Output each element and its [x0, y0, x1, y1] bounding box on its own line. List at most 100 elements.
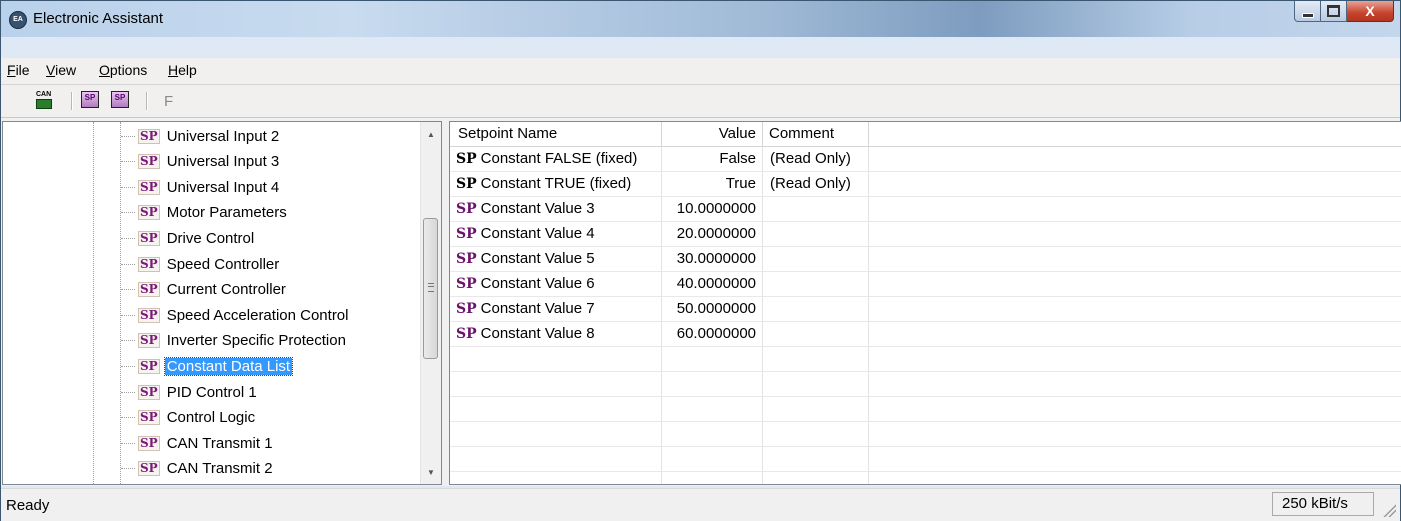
- value-cell[interactable]: 20.0000000: [662, 222, 763, 246]
- maximize-icon: [1327, 5, 1340, 17]
- tree-item-label: Speed Acceleration Control: [166, 306, 349, 324]
- scroll-up-icon[interactable]: ▲: [421, 125, 441, 145]
- setpoint-name-cell: [450, 472, 662, 484]
- menu-file[interactable]: File: [7, 62, 30, 78]
- value-cell[interactable]: [662, 372, 763, 396]
- sp-icon: SP: [456, 201, 477, 217]
- tree-item[interactable]: SP Drive Control: [121, 226, 256, 250]
- tree-item[interactable]: SP Universal Input 3: [121, 150, 281, 174]
- table-row[interactable]: [450, 397, 1401, 422]
- value-cell[interactable]: True: [662, 172, 763, 196]
- status-bar: Ready 250 kBit/s: [1, 488, 1400, 521]
- column-setpoint-name[interactable]: Setpoint Name: [450, 122, 662, 146]
- tree-scrollbar[interactable]: ▲ ▼: [420, 122, 441, 484]
- tree-item[interactable]: SP Constant Data List: [121, 354, 294, 378]
- minimize-button[interactable]: [1294, 1, 1321, 22]
- table-row[interactable]: [450, 347, 1401, 372]
- tree-item[interactable]: SP CAN Transmit 1: [121, 431, 275, 455]
- setpoint-name-cell: SP Constant Value 6: [450, 272, 662, 296]
- column-comment[interactable]: Comment: [763, 122, 869, 146]
- tree-item-label: Current Controller: [166, 281, 286, 299]
- tree-item[interactable]: SP Universal Input 2: [121, 124, 281, 148]
- table-row[interactable]: SP Constant Value 4 20.0000000: [450, 222, 1401, 247]
- tree-item-label: Motor Parameters: [166, 204, 287, 222]
- sp-save-icon: SP: [111, 91, 129, 108]
- sp-icon: SP: [138, 358, 160, 374]
- maximize-button[interactable]: [1321, 1, 1347, 22]
- title-bar[interactable]: EA Electronic Assistant X: [1, 1, 1400, 37]
- comment-cell: [763, 297, 869, 321]
- f-button[interactable]: F: [164, 93, 173, 110]
- table-row[interactable]: SP Constant Value 8 60.0000000: [450, 322, 1401, 347]
- value-cell[interactable]: [662, 397, 763, 421]
- value-cell[interactable]: 60.0000000: [662, 322, 763, 346]
- toolbar-separator: [146, 92, 148, 110]
- sp-icon: SP: [138, 435, 160, 451]
- status-text: Ready: [6, 497, 50, 514]
- comment-cell: [763, 447, 869, 471]
- tree-item-label: PID Control 1: [166, 383, 257, 401]
- comment-cell: [763, 422, 869, 446]
- value-cell[interactable]: 40.0000000: [662, 272, 763, 296]
- tree-item[interactable]: SP Current Controller: [121, 278, 288, 302]
- resize-grip-icon[interactable]: [1382, 503, 1396, 517]
- tree-item[interactable]: SP CAN Transmit 2: [121, 457, 275, 481]
- app-window: EA Electronic Assistant X File View Opti…: [0, 0, 1401, 521]
- menu-view[interactable]: View: [46, 62, 76, 78]
- comment-cell: (Read Only): [763, 172, 869, 196]
- app-icon[interactable]: EA: [9, 11, 27, 29]
- setpoint-name-cell: [450, 447, 662, 471]
- table-row[interactable]: SP Constant Value 3 10.0000000: [450, 197, 1401, 222]
- tree-item-label: Inverter Specific Protection: [166, 332, 346, 350]
- can-connect-button[interactable]: CAN: [36, 91, 56, 111]
- table-row[interactable]: [450, 447, 1401, 472]
- tree-item-label: Constant Data List: [163, 356, 294, 376]
- close-button[interactable]: X: [1347, 1, 1394, 22]
- table-row[interactable]: SP Constant TRUE (fixed) True (Read Only): [450, 172, 1401, 197]
- tree-item[interactable]: SP Motor Parameters: [121, 201, 289, 225]
- table-row[interactable]: SP Constant Value 5 30.0000000: [450, 247, 1401, 272]
- sp-save-button[interactable]: SP: [111, 91, 131, 111]
- setpoint-tree[interactable]: SP Universal Input 2 SP Universal Input 3 SP…: [2, 121, 442, 485]
- sp-open-button[interactable]: SP: [81, 91, 101, 111]
- value-cell[interactable]: 10.0000000: [662, 197, 763, 221]
- menu-options[interactable]: Options: [99, 62, 147, 78]
- comment-cell: [763, 322, 869, 346]
- tree-item[interactable]: SP Inverter Specific Protection: [121, 329, 348, 353]
- value-cell[interactable]: [662, 347, 763, 371]
- tree-item[interactable]: SP Control Logic: [121, 406, 257, 430]
- setpoint-name-cell: [450, 372, 662, 396]
- toolbar: CAN SP SP F: [1, 85, 1400, 118]
- setpoint-name-cell: SP Constant FALSE (fixed): [450, 147, 662, 171]
- table-row[interactable]: [450, 372, 1401, 397]
- setpoint-name-cell: [450, 422, 662, 446]
- table-row[interactable]: SP Constant FALSE (fixed) False (Read Only): [450, 147, 1401, 172]
- value-cell[interactable]: [662, 472, 763, 484]
- table-row[interactable]: SP Constant Value 6 40.0000000: [450, 272, 1401, 297]
- value-cell[interactable]: 50.0000000: [662, 297, 763, 321]
- comment-cell: [763, 222, 869, 246]
- column-value[interactable]: Value: [662, 122, 763, 146]
- value-cell[interactable]: [662, 422, 763, 446]
- value-cell[interactable]: [662, 447, 763, 471]
- main-area: SP Universal Input 2 SP Universal Input 3 SP…: [1, 118, 1401, 486]
- table-row[interactable]: [450, 422, 1401, 447]
- can-icon: CAN: [36, 91, 56, 109]
- table-row[interactable]: [450, 472, 1401, 484]
- scroll-down-icon[interactable]: ▼: [421, 463, 441, 483]
- table-row[interactable]: SP Constant Value 7 50.0000000: [450, 297, 1401, 322]
- value-cell[interactable]: False: [662, 147, 763, 171]
- tree-item-label: Speed Controller: [166, 255, 280, 273]
- scroll-thumb[interactable]: [423, 218, 438, 359]
- tree-item-label: CAN Transmit 1: [166, 434, 273, 452]
- tree-item[interactable]: SP PID Control 1: [121, 380, 259, 404]
- tree-item-label: Control Logic: [166, 409, 256, 427]
- tree-item[interactable]: SP Universal Input 4: [121, 175, 281, 199]
- tree-item[interactable]: SP Speed Controller: [121, 252, 281, 276]
- tree-item[interactable]: SP Speed Acceleration Control: [121, 303, 350, 327]
- baud-rate: 250 kBit/s: [1272, 492, 1374, 516]
- menu-help[interactable]: Help: [168, 62, 197, 78]
- sp-open-icon: SP: [81, 91, 99, 108]
- value-cell[interactable]: 30.0000000: [662, 247, 763, 271]
- tree-item-label: Universal Input 4: [166, 178, 280, 196]
